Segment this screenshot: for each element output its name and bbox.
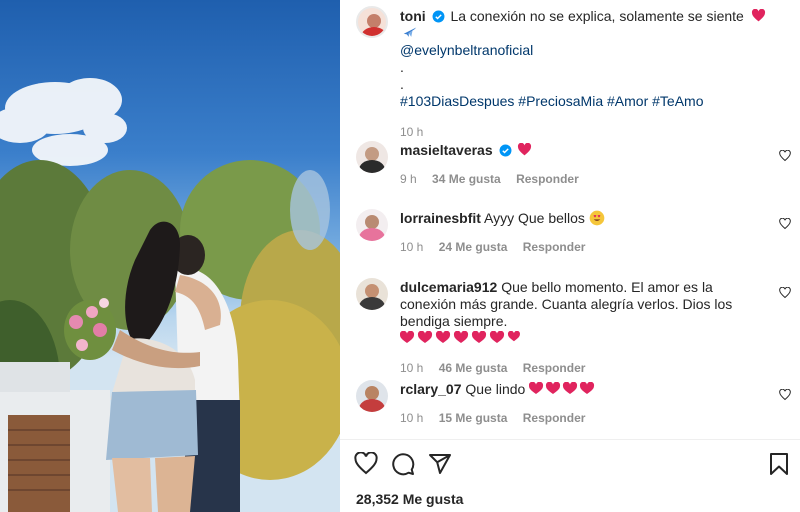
comment-like-icon[interactable] xyxy=(779,389,791,401)
heart-outline-icon[interactable] xyxy=(354,452,378,476)
comment-avatar[interactable] xyxy=(356,380,388,412)
caption-dot: . xyxy=(400,76,404,92)
comment-avatar[interactable] xyxy=(356,209,388,241)
author-username[interactable]: toni xyxy=(400,8,426,24)
comment-reply-button[interactable]: Responder xyxy=(523,411,586,425)
red-hearts-row-icon xyxy=(399,330,520,343)
comment-item: lorrainesbfit Ayyy Que bellos 10 h 24 Me… xyxy=(400,210,760,256)
comment-reply-button[interactable]: Responder xyxy=(516,172,579,186)
red-hearts-row-icon xyxy=(529,381,595,394)
comment-time: 10 h xyxy=(400,361,424,375)
comment-text: Ayyy Que bellos xyxy=(484,210,585,226)
comment-reply-button[interactable]: Responder xyxy=(523,361,586,375)
heart-eyes-emoji-icon xyxy=(589,210,605,226)
comment-like-icon[interactable] xyxy=(779,150,791,162)
actions-divider xyxy=(340,439,800,440)
caption-dot: . xyxy=(400,59,404,75)
comment-item: masieltaveras 9 h 34 Me gusta Responder xyxy=(400,142,760,188)
comment-likes[interactable]: 46 Me gusta xyxy=(439,361,508,375)
bookmark-icon[interactable] xyxy=(768,452,790,476)
comment-likes[interactable]: 15 Me gusta xyxy=(439,411,508,425)
comment-like-icon[interactable] xyxy=(779,287,791,299)
red-heart-icon xyxy=(518,142,532,156)
comment-like-icon[interactable] xyxy=(779,218,791,230)
comment-avatar[interactable] xyxy=(356,278,388,310)
comment-likes[interactable]: 34 Me gusta xyxy=(432,172,501,186)
comment-item: dulcemaria912 Que bello momento. El amor… xyxy=(399,279,768,377)
likes-count[interactable]: 28,352 Me gusta xyxy=(356,491,463,507)
airplane-icon xyxy=(403,27,417,37)
comment-time: 9 h xyxy=(400,172,417,186)
post-panel: toni La conexión no se explica, solament… xyxy=(340,0,800,512)
comment-username[interactable]: rclary_07 xyxy=(400,381,462,397)
caption-text: La conexión no se explica, solamente se … xyxy=(450,8,744,24)
verified-badge-icon xyxy=(432,10,445,23)
comment-username[interactable]: dulcemaria912 xyxy=(400,279,497,295)
comment-likes[interactable]: 24 Me gusta xyxy=(439,240,508,254)
post-time: 10 h xyxy=(400,125,424,139)
verified-badge-icon xyxy=(499,144,511,157)
author-avatar[interactable] xyxy=(356,6,388,38)
caption-mention[interactable]: @evelynbeltranoficial xyxy=(400,42,533,58)
caption-hashtags[interactable]: #103DiasDespues #PreciosaMia #Amor #TeAm… xyxy=(400,93,703,109)
comment-avatar[interactable] xyxy=(356,141,388,173)
post-caption: toni La conexión no se explica, solament… xyxy=(400,8,780,141)
comment-reply-button[interactable]: Responder xyxy=(523,240,586,254)
speech-bubble-icon[interactable] xyxy=(391,452,415,476)
red-heart-icon xyxy=(751,8,765,22)
comment-username[interactable]: masieltaveras xyxy=(400,142,493,158)
comment-text: Que lindo xyxy=(465,381,526,397)
comment-item: rclary_07 Que lindo 10 h 15 Me gusta Res… xyxy=(400,381,760,427)
comment-time: 10 h xyxy=(400,240,424,254)
comment-hearts xyxy=(399,330,768,348)
couple-hug-photo xyxy=(0,78,340,512)
post-photo[interactable] xyxy=(0,0,340,512)
comment-time: 10 h xyxy=(400,411,424,425)
comment-username[interactable]: lorrainesbfit xyxy=(400,210,481,226)
paper-plane-icon[interactable] xyxy=(428,452,452,476)
